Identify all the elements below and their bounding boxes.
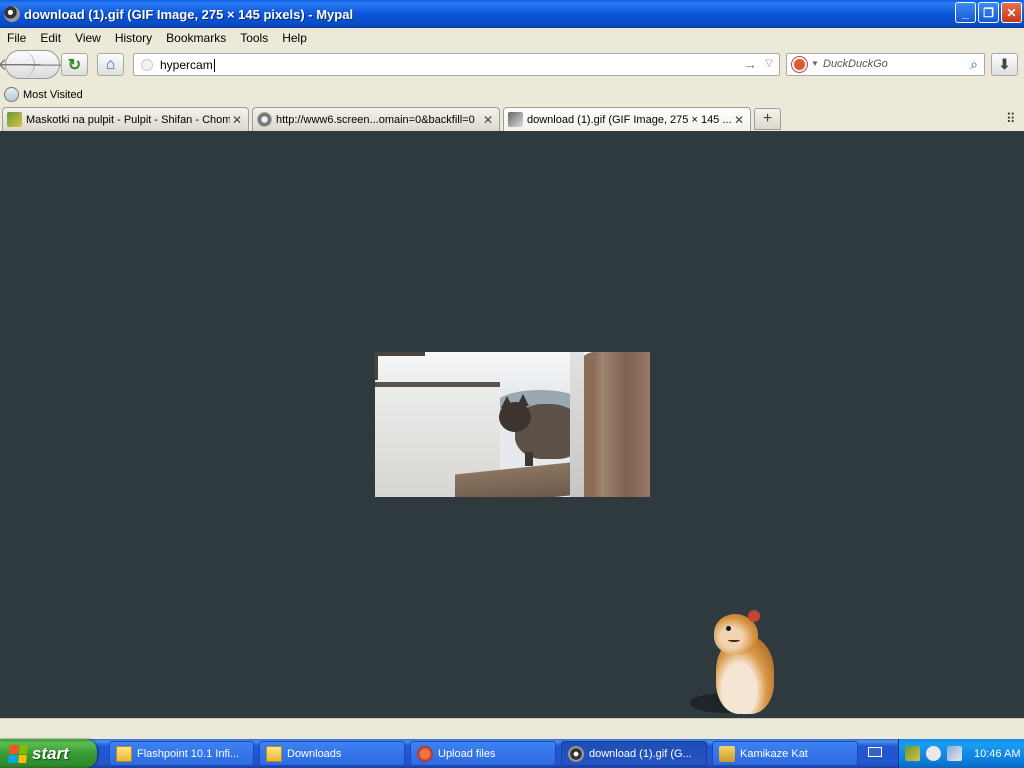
gif-railing	[375, 352, 425, 380]
start-button[interactable]: start	[0, 739, 97, 768]
text-caret	[213, 59, 215, 73]
messenger-tray-icon[interactable]	[926, 746, 941, 761]
tab-close-icon[interactable]: ✕	[481, 113, 495, 127]
status-bar	[0, 718, 1024, 739]
folder-icon	[116, 745, 132, 762]
new-tab-button[interactable]: +	[754, 108, 781, 130]
window-controls: _ ❐ ✕	[955, 2, 1022, 23]
task-downloads[interactable]: Downloads	[259, 741, 405, 766]
search-icon[interactable]: ⌕	[970, 56, 978, 73]
tab-bar: Maskotki na pulpit - Pulpit - Shifan - C…	[0, 106, 1024, 131]
menu-file[interactable]: File	[0, 31, 33, 45]
menu-view[interactable]: View	[68, 31, 108, 45]
task-label: download (1).gif (G...	[589, 747, 692, 760]
hamster-mouth	[728, 638, 740, 642]
bookmark-most-visited[interactable]: Most Visited	[4, 87, 83, 102]
task-flashpoint[interactable]: Flashpoint 10.1 Infi...	[109, 741, 254, 766]
search-bar[interactable]: ▼ DuckDuckGo ⌕	[786, 53, 985, 76]
close-button[interactable]: ✕	[1001, 2, 1022, 23]
task-label: Downloads	[287, 747, 342, 760]
hamster-eye	[726, 626, 731, 631]
clock[interactable]: 10:46 AM	[974, 748, 1020, 760]
kat-icon	[719, 745, 735, 762]
tab-close-icon[interactable]: ✕	[230, 113, 244, 127]
title-bar: download (1).gif (GIF Image, 275 × 145 p…	[0, 0, 1024, 28]
task-label: Kamikaze Kat	[740, 747, 808, 760]
menu-tools[interactable]: Tools	[233, 31, 275, 45]
downloads-button[interactable]: ⬇	[991, 53, 1018, 76]
task-upload-files[interactable]: Upload files	[410, 741, 556, 766]
tab-download-gif[interactable]: download (1).gif (GIF Image, 275 × 145 .…	[503, 107, 751, 131]
tab-label: http://www6.screen...omain=0&backfill=0	[276, 113, 475, 126]
task-kamikaze-kat[interactable]: Kamikaze Kat	[712, 741, 858, 766]
url-input[interactable]: hypercam	[160, 58, 215, 73]
back-forward-group: 🡐 🡒	[0, 50, 68, 79]
engine-dropdown-icon[interactable]: ▼	[811, 59, 819, 68]
hamster-ear	[748, 610, 760, 622]
globe-favicon-icon	[257, 112, 272, 127]
window-title: download (1).gif (GIF Image, 275 × 145 p…	[24, 6, 354, 22]
list-all-tabs-icon[interactable]: ⠿	[1006, 111, 1016, 127]
menu-bookmarks[interactable]: Bookmarks	[159, 31, 233, 45]
hamster-mascot[interactable]	[690, 608, 780, 716]
menu-history[interactable]: History	[108, 31, 159, 45]
start-label: start	[32, 743, 69, 763]
go-arrow-icon[interactable]: →	[743, 56, 757, 72]
folder-icon	[266, 745, 282, 762]
minimize-button[interactable]: _	[955, 2, 976, 23]
windows-flag-icon	[8, 744, 28, 763]
history-dropdown-icon[interactable]: ▽	[765, 58, 773, 69]
network-tray-icon[interactable]	[947, 746, 962, 761]
tab-label: Maskotki na pulpit - Pulpit - Shifan - C…	[26, 113, 230, 126]
menu-edit[interactable]: Edit	[33, 31, 68, 45]
mascot-tray-icon[interactable]	[905, 746, 920, 761]
gif-pillar-edge	[570, 352, 584, 497]
maskotki-favicon-icon	[7, 112, 22, 127]
image-favicon-icon	[508, 112, 523, 127]
task-label: Flashpoint 10.1 Infi...	[137, 747, 240, 760]
task-label: Upload files	[438, 747, 496, 760]
restore-button[interactable]: ❐	[978, 2, 999, 23]
mypal-icon[interactable]	[4, 6, 20, 22]
upload-icon	[417, 745, 433, 762]
menu-help[interactable]: Help	[275, 31, 314, 45]
tab-maskotki[interactable]: Maskotki na pulpit - Pulpit - Shifan - C…	[2, 107, 249, 131]
duckduckgo-icon[interactable]	[792, 57, 807, 72]
search-input[interactable]: DuckDuckGo	[823, 58, 888, 70]
browser-icon	[568, 745, 584, 762]
home-button[interactable]: ⌂	[97, 53, 124, 76]
bookmarks-bar: Most Visited	[0, 84, 1024, 106]
page-content	[0, 131, 1024, 718]
system-tray: 10:46 AM	[898, 739, 1024, 768]
menu-bar: File Edit View History Bookmarks Tools H…	[0, 28, 1024, 48]
taskbar: start Flashpoint 10.1 Infi... Downloads …	[0, 739, 1024, 768]
tab-close-icon[interactable]: ✕	[732, 113, 746, 127]
cat-gif[interactable]	[375, 352, 650, 497]
forward-button[interactable]: 🡒	[28, 51, 68, 78]
navigation-toolbar: 🡐 🡒 ↻ ⌂ hypercam → ▽ ▼ DuckDuckGo ⌕ ⬇	[0, 48, 1024, 82]
tab-screen[interactable]: http://www6.screen...omain=0&backfill=0 …	[252, 107, 500, 131]
keyboard-icon[interactable]	[868, 747, 882, 757]
tab-label: download (1).gif (GIF Image, 275 × 145 .…	[527, 113, 732, 126]
bookmark-label: Most Visited	[23, 88, 83, 101]
reload-button[interactable]: ↻	[61, 53, 88, 76]
most-visited-icon	[4, 87, 19, 102]
globe-icon	[141, 59, 153, 71]
url-bar[interactable]: hypercam → ▽	[133, 53, 780, 76]
cat-leg	[525, 452, 533, 466]
cat-head	[499, 402, 531, 432]
task-download-gif[interactable]: download (1).gif (G...	[561, 741, 707, 766]
